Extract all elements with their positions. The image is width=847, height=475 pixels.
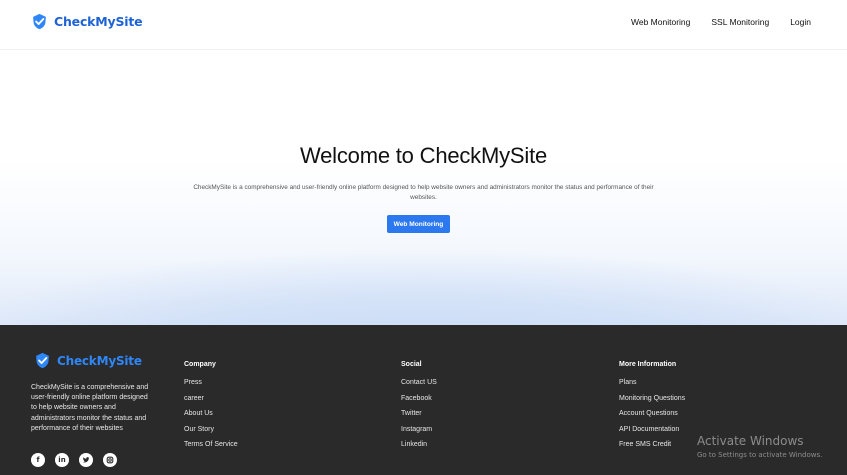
site-header: CheckMySite Web Monitoring SSL Monitorin… [0, 0, 847, 50]
footer-company-column: Company Press career About Us Our Story … [184, 361, 238, 457]
footer-link-contact[interactable]: Contact US [401, 379, 437, 387]
footer-description: CheckMySite is a comprehensive and user-… [31, 384, 149, 432]
footer-link-monitoring-questions[interactable]: Monitoring Questions [619, 395, 685, 403]
social-icons: f in [31, 453, 117, 467]
activate-windows-watermark: Activate Windows Go to Settings to activ… [697, 434, 822, 459]
footer-link-about-us[interactable]: About Us [184, 410, 238, 418]
checkmark-shield-icon [36, 352, 49, 369]
nav-ssl-monitoring[interactable]: SSL Monitoring [711, 17, 769, 27]
web-monitoring-button[interactable]: Web Monitoring [387, 215, 450, 233]
checkmark-shield-icon [33, 13, 46, 30]
company-heading: Company [184, 361, 216, 368]
brand-logo[interactable]: CheckMySite [31, 13, 143, 30]
footer-link-our-story[interactable]: Our Story [184, 426, 238, 434]
footer-link-plans[interactable]: Plans [619, 379, 685, 387]
social-heading: Social [401, 361, 422, 368]
footer-link-twitter[interactable]: Twitter [401, 410, 437, 418]
footer-link-free-sms[interactable]: Free SMS Credit [619, 441, 685, 449]
instagram-icon[interactable] [103, 453, 117, 467]
hero-section: Welcome to CheckMySite CheckMySite is a … [0, 50, 847, 325]
footer-link-terms[interactable]: Terms Of Service [184, 441, 238, 449]
watermark-title: Activate Windows [697, 434, 804, 448]
footer-social-column: Social Contact US Facebook Twitter Insta… [401, 361, 437, 457]
brand-name: CheckMySite [54, 14, 143, 29]
hero-description: CheckMySite is a comprehensive and user-… [193, 184, 654, 201]
footer-brand-logo[interactable]: CheckMySite [34, 352, 142, 369]
footer-link-career[interactable]: career [184, 395, 238, 403]
footer-link-api-docs[interactable]: API Documentation [619, 426, 685, 434]
footer-brand-name: CheckMySite [57, 353, 142, 368]
footer-link-facebook[interactable]: Facebook [401, 395, 437, 403]
more-info-heading: More Information [619, 361, 677, 368]
watermark-subtitle: Go to Settings to activate Windows. [697, 451, 823, 459]
facebook-icon[interactable]: f [31, 453, 45, 467]
linkedin-icon[interactable]: in [55, 453, 69, 467]
footer-more-info-column: More Information Plans Monitoring Questi… [619, 361, 685, 457]
footer-link-linkedin[interactable]: Linkedin [401, 441, 437, 449]
nav-web-monitoring[interactable]: Web Monitoring [631, 17, 690, 27]
top-nav: Web Monitoring SSL Monitoring Login [631, 17, 811, 27]
footer-link-account-questions[interactable]: Account Questions [619, 410, 685, 418]
nav-login[interactable]: Login [790, 17, 811, 27]
twitter-icon[interactable] [79, 453, 93, 467]
footer-link-instagram[interactable]: Instagram [401, 426, 437, 434]
footer-link-press[interactable]: Press [184, 379, 238, 387]
hero-title: Welcome to CheckMySite [299, 143, 548, 168]
